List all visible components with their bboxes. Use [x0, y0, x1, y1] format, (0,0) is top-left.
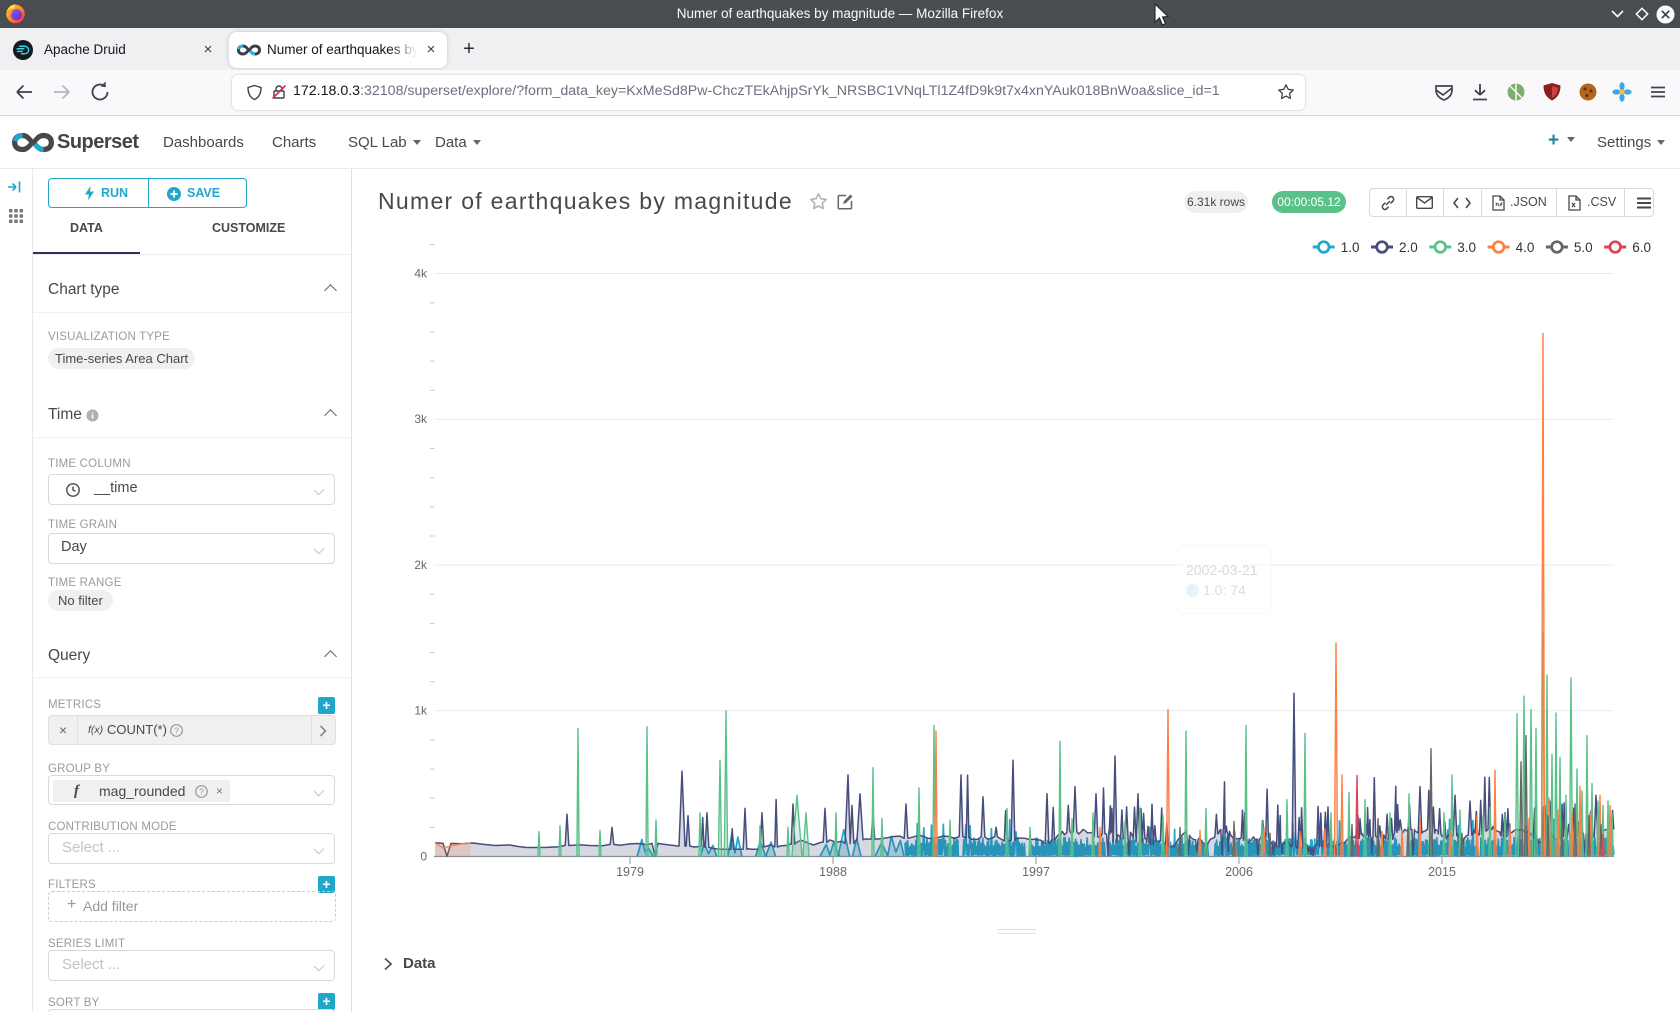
svg-text:1k: 1k [414, 704, 428, 718]
svg-text:1.0: 1.0 [1341, 240, 1360, 255]
svg-text:4.0: 4.0 [1516, 240, 1535, 255]
svg-text:6.0: 6.0 [1632, 240, 1651, 255]
svg-text:1.0: 74: 1.0: 74 [1203, 582, 1246, 598]
svg-text:2k: 2k [414, 558, 428, 572]
svg-text:1988: 1988 [819, 865, 847, 879]
svg-text:2.0: 2.0 [1399, 240, 1418, 255]
svg-text:?: ? [174, 725, 179, 735]
svg-text:2015: 2015 [1428, 865, 1456, 879]
svg-text:3k: 3k [414, 412, 428, 426]
svg-text:2002-03-21: 2002-03-21 [1186, 562, 1258, 578]
svg-text:2006: 2006 [1225, 865, 1253, 879]
svg-text:4k: 4k [414, 267, 428, 281]
svg-text:0: 0 [420, 850, 427, 864]
svg-text:3.0: 3.0 [1457, 240, 1476, 255]
svg-text:1979: 1979 [616, 865, 644, 879]
svg-text:1997: 1997 [1022, 865, 1050, 879]
svg-text:?: ? [199, 786, 204, 796]
svg-text:5.0: 5.0 [1574, 240, 1593, 255]
